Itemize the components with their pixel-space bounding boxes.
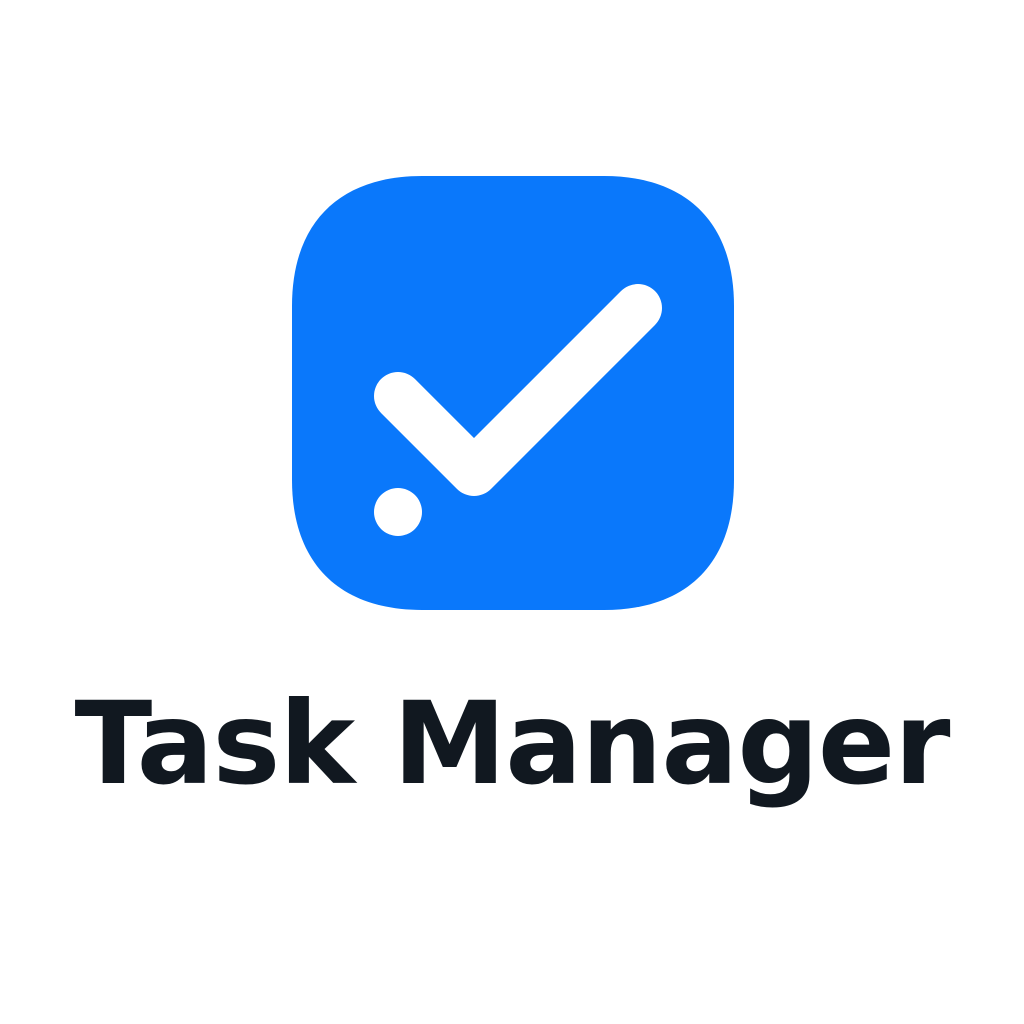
logo-canvas: Task Manager xyxy=(0,0,1024,1024)
app-icon xyxy=(292,176,734,610)
app-name: Task Manager xyxy=(74,677,951,810)
dot-icon xyxy=(374,488,422,536)
icon-background xyxy=(292,176,734,610)
